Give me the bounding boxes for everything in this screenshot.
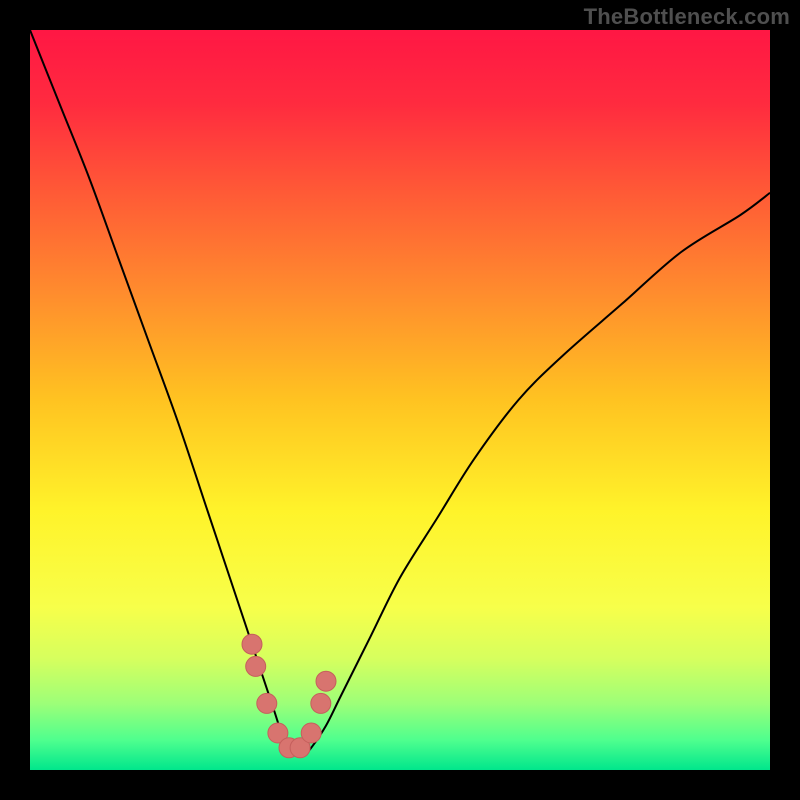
highlight-marker bbox=[301, 723, 321, 743]
highlight-marker bbox=[242, 634, 262, 654]
chart-frame: TheBottleneck.com bbox=[0, 0, 800, 800]
highlight-marker bbox=[246, 656, 266, 676]
chart-svg bbox=[30, 30, 770, 770]
highlight-marker bbox=[257, 693, 277, 713]
highlight-marker bbox=[311, 693, 331, 713]
watermark-text: TheBottleneck.com bbox=[584, 4, 790, 30]
gradient-background bbox=[30, 30, 770, 770]
highlight-marker bbox=[316, 671, 336, 691]
plot-area bbox=[30, 30, 770, 770]
